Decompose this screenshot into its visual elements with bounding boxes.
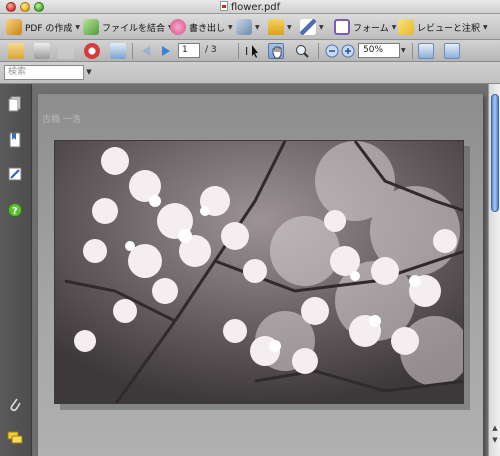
toolbar-divider [412,43,413,59]
window-title: flower.pdf [0,1,500,13]
zoom-level-field[interactable]: 50% [358,43,400,58]
search-input[interactable]: 検索 [4,65,84,80]
review-comment-label: レビューと注釈 [417,23,481,34]
export-button[interactable]: 書き出し ▼ [170,18,233,36]
pdf-page: 古橋 一浩 [38,94,483,456]
svg-text:?: ? [12,206,18,217]
email-icon[interactable] [84,43,100,59]
page-total: / 3 [205,45,217,55]
security-button[interactable]: ▼ [268,18,292,36]
window-title-text: flower.pdf [230,2,281,13]
navigation-pane: ? [0,84,32,456]
security-lock-icon [268,19,284,35]
previous-page-icon[interactable] [138,43,154,59]
scrollbar-thumb[interactable] [491,94,499,212]
page-caption: 古橋 一浩 [42,115,81,125]
comments-icon[interactable] [7,430,23,446]
chevron-down-icon[interactable]: ▼ [84,65,94,80]
create-pdf-label: PDF の作成 [25,23,73,34]
chevron-down-icon: ▼ [391,23,397,31]
fit-width-view-icon[interactable] [444,43,460,59]
bookmarks-icon[interactable] [7,132,23,148]
page-number-input[interactable]: 1 [178,43,200,58]
chevron-down-icon[interactable]: ▼ [401,47,406,54]
create-pdf-icon [6,19,22,35]
sign-pen-icon [300,19,316,35]
review-comment-button[interactable]: レビューと注釈 ▼ [398,18,488,36]
toolbar-divider [318,43,319,59]
sign-button[interactable]: ▼ [300,18,324,36]
single-page-view-icon[interactable] [418,43,434,59]
form-icon [334,19,350,35]
svg-text:I: I [245,45,248,58]
scroll-down-arrow-icon[interactable]: ▼ [490,436,500,446]
cherry-blossom-photo [54,140,464,404]
secure-doc-icon [236,19,252,35]
document-view[interactable]: 古橋 一浩 [33,84,488,456]
review-comment-icon [398,19,414,35]
signatures-icon[interactable] [7,166,23,182]
cherry-blossom-image [55,141,463,403]
print-icon[interactable] [34,43,50,59]
toolbar-divider [238,43,239,59]
task-toolbar: PDF の作成 ▼ ファイルを結合 ▼ 書き出し ▼ ▼ ▼ ▼ フォーム ▼ … [0,14,500,40]
vertical-scrollbar[interactable]: ▲ ▼ [488,84,500,456]
chevron-down-icon: ▼ [228,23,233,31]
combine-files-button[interactable]: ファイルを結合 ▼ [83,18,173,36]
select-text-icon[interactable]: I [244,43,260,59]
export-icon [170,19,186,35]
hand-tool-icon[interactable] [268,43,284,59]
chevron-down-icon: ▼ [483,23,488,31]
forms-label: フォーム [353,23,389,34]
create-pdf-button[interactable]: PDF の作成 ▼ [6,18,80,36]
next-page-icon[interactable] [158,43,174,59]
zoom-tool-icon[interactable] [294,43,310,59]
toolbar-divider [132,43,133,59]
export-label: 書き出し [189,23,226,34]
chevron-down-icon: ▼ [287,23,292,31]
chevron-down-icon: ▼ [75,23,81,31]
pages-icon[interactable] [7,96,23,112]
chevron-down-icon: ▼ [255,23,260,31]
scroll-up-arrow-icon[interactable]: ▲ [490,424,500,434]
combine-files-icon [83,19,99,35]
search-toolbar: 検索 ▼ [0,62,500,84]
pdf-file-icon [219,1,228,11]
combine-files-label: ファイルを結合 [102,23,166,34]
title-bar: flower.pdf [0,0,500,14]
chevron-down-icon: ▼ [319,23,324,31]
help-icon[interactable]: ? [7,202,23,218]
secure-button[interactable]: ▼ [236,18,260,36]
attachments-paperclip-icon[interactable] [7,396,23,412]
zoom-out-icon[interactable] [324,43,340,59]
open-folder-icon[interactable] [8,43,24,59]
save-icon[interactable] [58,43,74,59]
zoom-in-icon[interactable] [340,43,356,59]
forms-button[interactable]: フォーム ▼ [334,18,396,36]
navigation-toolbar: 1 / 3 I 50% ▼ [0,40,500,62]
envelope-icon[interactable] [110,43,126,59]
